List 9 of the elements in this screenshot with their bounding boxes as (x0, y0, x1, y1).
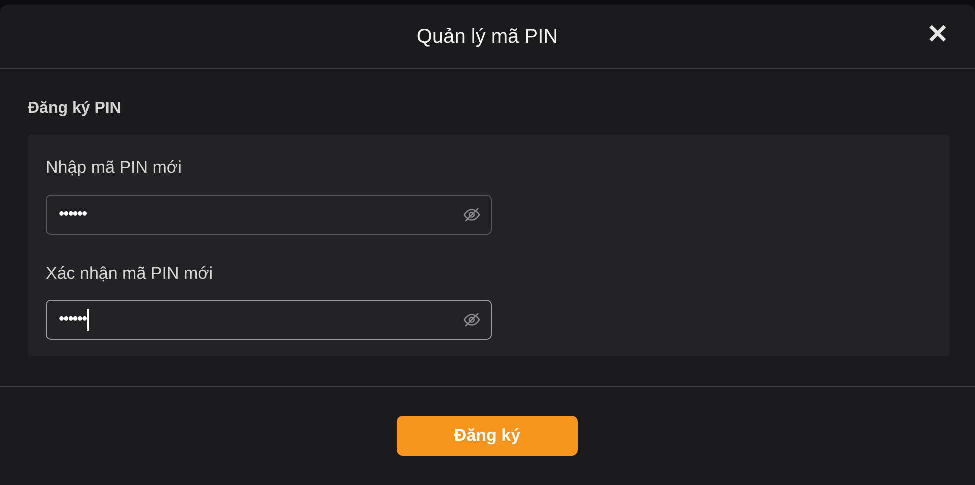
eye-slash-icon[interactable] (463, 311, 481, 329)
pin-input-field[interactable]: •••••• (46, 194, 492, 234)
field-label: Xác nhận mã PIN mới (46, 262, 214, 284)
field-label: Nhập mã PIN mới (46, 157, 183, 179)
eye-slash-icon[interactable] (463, 206, 481, 224)
dialog-title: Quản lý mã PIN (416, 24, 558, 50)
section-title: Đăng ký PIN (28, 99, 122, 119)
pin-input-field[interactable]: •••••• (46, 300, 492, 340)
close-button[interactable]: ✕ (925, 19, 951, 49)
